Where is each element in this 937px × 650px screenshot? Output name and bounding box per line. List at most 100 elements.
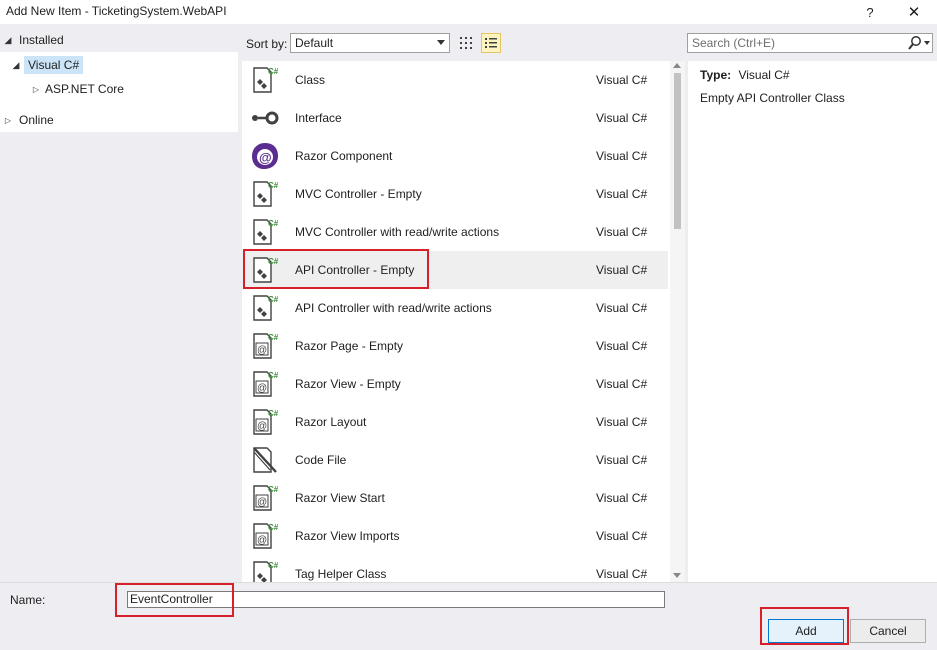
- expanded-arrow-icon[interactable]: ◢: [10, 60, 22, 71]
- search-options-arrow-icon[interactable]: [924, 41, 930, 45]
- razor-component-icon: @: [250, 141, 280, 171]
- template-item-language: Visual C#: [596, 149, 648, 163]
- template-item-name: Razor Component: [295, 149, 393, 163]
- svg-text:C#: C#: [268, 485, 279, 494]
- help-button[interactable]: ?: [850, 0, 890, 24]
- svg-text:@: @: [257, 383, 267, 394]
- template-item-language: Visual C#: [596, 453, 648, 467]
- svg-text:@: @: [257, 345, 267, 356]
- template-item-language: Visual C#: [596, 491, 648, 505]
- template-item[interactable]: Code File Visual C#: [242, 441, 668, 479]
- type-label: Type:: [700, 68, 732, 82]
- tree-label-online: Online: [19, 113, 54, 127]
- template-item-language: Visual C#: [596, 187, 648, 201]
- template-item[interactable]: @ C# Razor Page - Empty Visual C#: [242, 327, 668, 365]
- template-item-name: MVC Controller - Empty: [295, 187, 422, 201]
- svg-text:@: @: [257, 535, 267, 546]
- sort-by-dropdown[interactable]: Default: [290, 33, 450, 53]
- template-item-name: MVC Controller with read/write actions: [295, 225, 500, 239]
- tree-node-aspnet-core[interactable]: ▷ ASP.NET Core: [30, 79, 124, 99]
- template-item-name: Tag Helper Class: [295, 567, 387, 581]
- list-scrollbar[interactable]: [670, 61, 685, 582]
- template-item[interactable]: @ C# Razor View Imports Visual C#: [242, 517, 668, 555]
- svg-text:C#: C#: [268, 181, 279, 190]
- template-item-name: API Controller with read/write actions: [295, 301, 492, 315]
- name-label: Name:: [10, 593, 46, 607]
- template-item[interactable]: @ C# Razor View - Empty Visual C#: [242, 365, 668, 403]
- add-button[interactable]: Add: [768, 619, 844, 643]
- collapsed-arrow-icon[interactable]: ▷: [2, 116, 14, 125]
- search-input[interactable]: Search (Ctrl+E): [687, 33, 933, 53]
- search-icon[interactable]: [908, 35, 922, 51]
- svg-text:C#: C#: [268, 409, 279, 418]
- tree-node-visual-csharp[interactable]: ◢ Visual C#: [10, 55, 84, 75]
- template-item[interactable]: C# MVC Controller with read/write actions…: [242, 213, 668, 251]
- csharp-class-icon: C#: [250, 255, 280, 285]
- title-bar: Add New Item - TicketingSystem.WebAPI ? …: [0, 0, 937, 24]
- template-item-name: Razor Page - Empty: [295, 339, 404, 353]
- razor-page-icon: @ C#: [250, 331, 280, 361]
- template-item-language: Visual C#: [596, 263, 648, 277]
- search-placeholder: Search (Ctrl+E): [692, 36, 776, 50]
- tree-node-online[interactable]: ▷ Online: [0, 110, 54, 130]
- svg-text:@: @: [259, 150, 272, 165]
- expanded-arrow-icon[interactable]: ◢: [2, 35, 14, 46]
- interface-icon: [250, 103, 280, 133]
- svg-text:C#: C#: [268, 523, 279, 532]
- name-input[interactable]: EventController: [127, 591, 665, 608]
- template-item-language: Visual C#: [596, 225, 648, 239]
- razor-page-icon: @ C#: [250, 483, 280, 513]
- template-item-language: Visual C#: [596, 377, 648, 391]
- cancel-button[interactable]: Cancel: [850, 619, 926, 643]
- template-item-name: Class: [295, 73, 326, 87]
- template-item[interactable]: C# MVC Controller - Empty Visual C#: [242, 175, 668, 213]
- template-item[interactable]: @ C# Razor Layout Visual C#: [242, 403, 668, 441]
- template-item[interactable]: @ Razor Component Visual C#: [242, 137, 668, 175]
- template-item-language: Visual C#: [596, 567, 648, 581]
- type-value: Visual C#: [738, 68, 790, 82]
- template-item-name: Razor View Start: [295, 491, 385, 505]
- template-item-name: API Controller - Empty: [295, 263, 415, 277]
- csharp-class-icon: C#: [250, 293, 280, 323]
- svg-text:C#: C#: [268, 333, 279, 342]
- window-title: Add New Item - TicketingSystem.WebAPI: [6, 4, 227, 18]
- medium-icons-view-button[interactable]: [456, 33, 476, 53]
- template-item-name: Razor View Imports: [295, 529, 400, 543]
- svg-text:C#: C#: [268, 257, 279, 266]
- collapsed-arrow-icon[interactable]: ▷: [30, 85, 42, 94]
- sort-by-label: Sort by:: [246, 37, 288, 51]
- svg-text:@: @: [257, 421, 267, 432]
- template-item[interactable]: C# Class Visual C#: [242, 61, 668, 99]
- close-button[interactable]: ✕: [894, 0, 934, 24]
- tree-label-aspnet-core: ASP.NET Core: [45, 82, 124, 96]
- template-item[interactable]: Interface Visual C#: [242, 99, 668, 137]
- razor-page-icon: @ C#: [250, 521, 280, 551]
- template-detail-pane: Type: Visual C# Empty API Controller Cla…: [688, 61, 937, 582]
- chevron-down-icon: [437, 40, 445, 45]
- list-view-icon: [485, 38, 497, 48]
- template-item-language: Visual C#: [596, 73, 648, 87]
- template-item[interactable]: C# API Controller - Empty Visual C#: [242, 251, 668, 289]
- template-item[interactable]: @ C# Razor View Start Visual C#: [242, 479, 668, 517]
- tree-label-installed: Installed: [19, 33, 64, 47]
- small-icons-view-button[interactable]: [481, 33, 501, 53]
- razor-page-icon: @ C#: [250, 407, 280, 437]
- template-item-name: Razor View - Empty: [295, 377, 401, 391]
- template-item[interactable]: C# API Controller with read/write actions…: [242, 289, 668, 327]
- template-item-language: Visual C#: [596, 415, 648, 429]
- template-item[interactable]: C# Tag Helper Class Visual C#: [242, 555, 668, 582]
- scroll-down-icon[interactable]: [673, 573, 681, 578]
- csharp-class-icon: C#: [250, 217, 280, 247]
- template-item-name: Code File: [295, 453, 347, 467]
- scroll-up-icon[interactable]: [673, 63, 681, 68]
- template-list: C# Class Visual C# Interface Visual C# @ Razor…: [242, 61, 685, 582]
- scrollbar-thumb[interactable]: [674, 73, 681, 229]
- type-line: Type: Visual C#: [700, 68, 790, 82]
- csharp-class-icon: C#: [250, 179, 280, 209]
- tree-node-installed[interactable]: ◢ Installed: [0, 28, 238, 52]
- template-description: Empty API Controller Class: [700, 91, 845, 105]
- svg-text:C#: C#: [268, 371, 279, 380]
- svg-text:C#: C#: [268, 295, 279, 304]
- svg-text:C#: C#: [268, 561, 279, 570]
- tree-label-visual-csharp: Visual C#: [24, 56, 84, 74]
